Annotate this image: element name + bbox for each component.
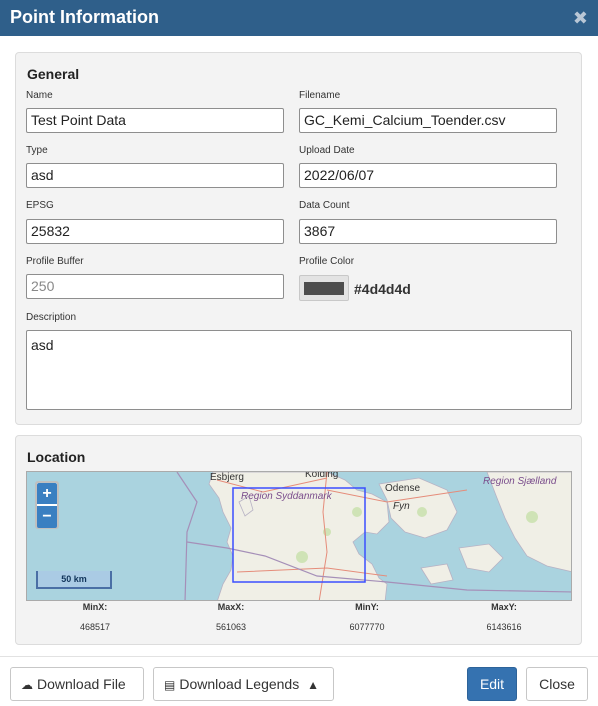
map-label-odense: Odense (385, 483, 421, 494)
location-map[interactable]: + − 50 km Esbjerg Kolding Odense Fyn Reg… (26, 471, 572, 601)
minx-label: MinX: (82, 602, 108, 612)
filename-label: Filename (299, 90, 341, 101)
profile-buffer-label: Profile Buffer (26, 256, 84, 267)
dialog-title: Point Information (10, 7, 159, 27)
location-title: Location (27, 449, 86, 465)
close-button[interactable]: Close (526, 667, 588, 701)
profile-buffer-field[interactable]: 250 (26, 274, 284, 299)
general-title: General (27, 66, 80, 82)
download-legends-button[interactable]: ▤ Download Legends ▲ (153, 667, 334, 701)
type-field[interactable]: asd (26, 163, 284, 188)
data-count-label: Data Count (299, 200, 350, 211)
upload-date-field[interactable]: 2022/06/07 (299, 163, 557, 188)
cloud-download-icon: ☁ (21, 678, 33, 692)
zoom-out-button[interactable]: − (37, 506, 57, 528)
map-label-region-syddanmark: Region Syddanmark (241, 491, 332, 502)
map-label-esbjerg: Esbjerg (210, 472, 244, 483)
minx-value: 468517 (79, 622, 111, 632)
miny-label: MinY: (355, 602, 379, 612)
files-icon: ▤ (164, 678, 176, 692)
profile-color-value: #4d4d4d (354, 281, 411, 297)
epsg-label: EPSG (26, 200, 54, 211)
download-file-button[interactable]: ☁ Download File (10, 667, 144, 701)
epsg-field[interactable]: 25832 (26, 219, 284, 244)
maxx-label: MaxX: (217, 602, 245, 612)
maxx-value: 561063 (215, 622, 247, 632)
map-label-region-sjaelland: Region Sjælland (483, 476, 557, 487)
type-label: Type (26, 145, 48, 156)
filename-field[interactable]: GC_Kemi_Calcium_Toender.csv (299, 108, 557, 133)
download-file-label: Download File (37, 676, 126, 692)
name-label: Name (26, 90, 53, 101)
color-swatch-fill (304, 282, 344, 295)
download-legends-label: Download Legends (179, 676, 300, 692)
map-scale-bar: 50 km (36, 571, 112, 589)
profile-color-picker[interactable] (299, 275, 349, 301)
map-label-fyn: Fyn (393, 501, 410, 512)
close-icon[interactable]: ✖ (573, 8, 588, 29)
maxy-value: 6143616 (486, 622, 522, 632)
location-section: Location + − 50 km Esbjerg Kolding Odens… (15, 435, 582, 645)
description-label: Description (26, 312, 77, 323)
footer-divider (0, 656, 598, 657)
data-count-field[interactable]: 3867 (299, 219, 557, 244)
profile-color-label: Profile Color (299, 256, 355, 267)
dialog-header: Point Information ✖ (0, 0, 598, 36)
upload-date-label: Upload Date (299, 145, 355, 156)
edit-button[interactable]: Edit (467, 667, 517, 701)
general-section: General Name Test Point Data Filename GC… (15, 52, 582, 425)
maxy-label: MaxY: (491, 602, 517, 612)
miny-value: 6077770 (349, 622, 385, 632)
description-field[interactable]: asd (26, 330, 572, 410)
chevron-up-icon: ▲ (307, 678, 319, 692)
zoom-control: + − (35, 481, 59, 529)
zoom-in-button[interactable]: + (37, 483, 57, 505)
map-label-kolding: Kolding (305, 471, 339, 480)
name-field[interactable]: Test Point Data (26, 108, 284, 133)
